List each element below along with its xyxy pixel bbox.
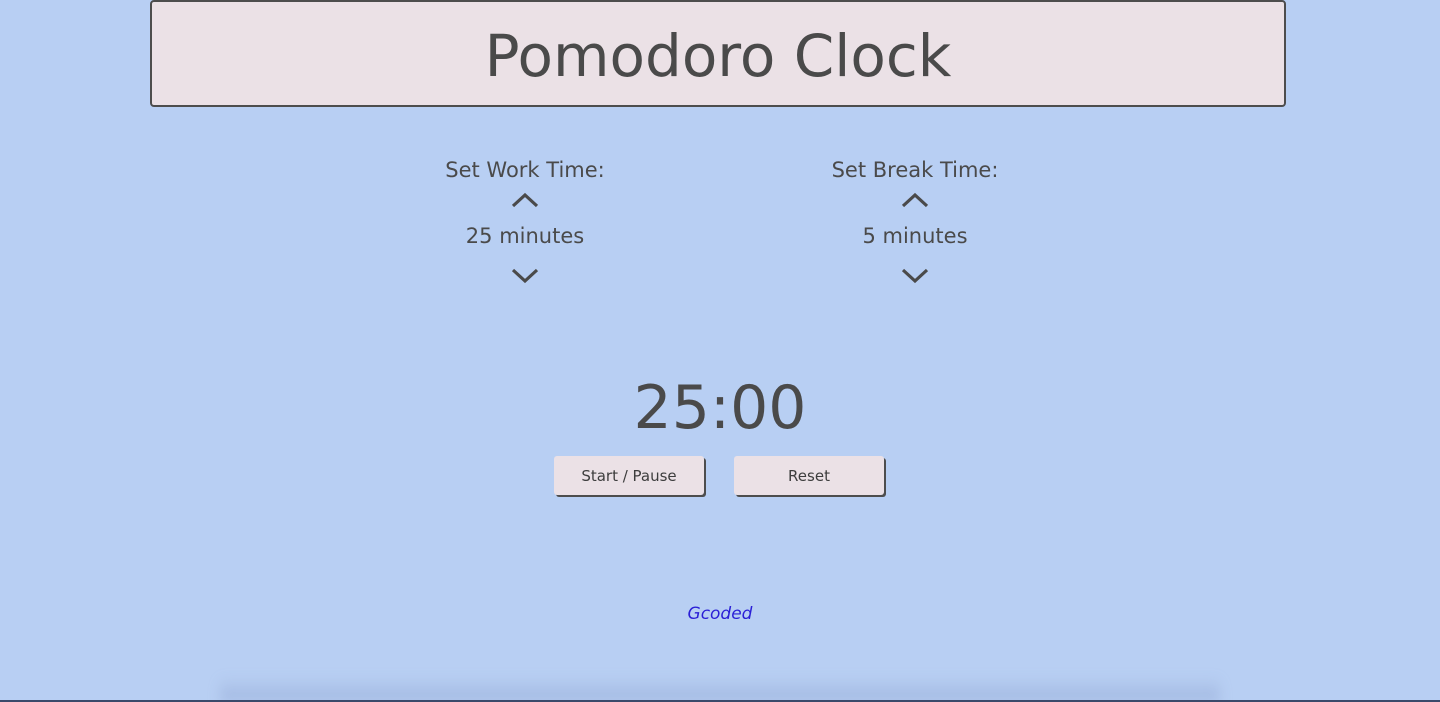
work-time-setter: Set Work Time: 25 minutes [395,156,655,288]
work-time-label: Set Work Time: [445,158,605,182]
reset-button[interactable]: Reset [734,456,884,495]
work-time-value: 25 minutes [465,224,585,248]
page-title: Pomodoro Clock [484,21,952,90]
work-increase-button[interactable] [508,188,542,212]
break-time-value: 5 minutes [862,224,968,248]
chevron-up-icon [901,192,929,208]
chevron-up-icon [511,192,539,208]
bottom-shadow [220,676,1220,702]
break-decrease-button[interactable] [898,264,932,288]
title-banner: Pomodoro Clock [150,0,1286,107]
chevron-down-icon [511,268,539,284]
break-time-label: Set Break Time: [831,158,999,182]
start-pause-button[interactable]: Start / Pause [554,456,704,495]
author-link[interactable]: Gcoded [620,602,820,626]
countdown-display: 25:00 [633,373,807,443]
break-time-setter: Set Break Time: 5 minutes [785,156,1045,288]
break-increase-button[interactable] [898,188,932,212]
work-decrease-button[interactable] [508,264,542,288]
chevron-down-icon [901,268,929,284]
